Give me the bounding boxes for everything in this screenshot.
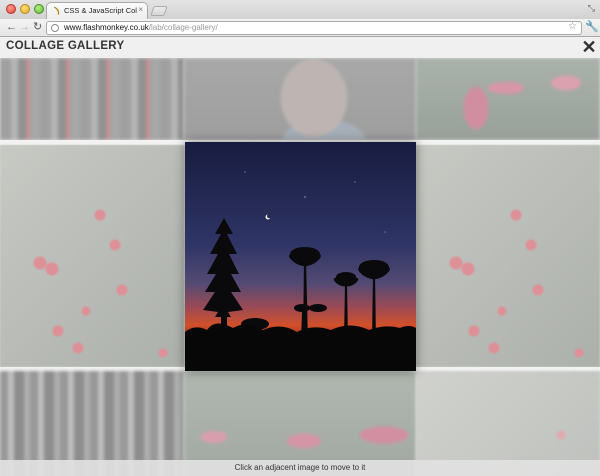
close-gallery-button[interactable]: ✕ [580,37,598,58]
thumbnail-top-left[interactable] [0,58,184,140]
tab-close-icon[interactable]: × [138,5,143,14]
forward-arrow-icon[interactable]: → [19,20,30,35]
tab-title: CSS & JavaScript Collage Gallery [64,6,137,15]
zoom-window-button[interactable] [34,4,44,14]
gallery-page: COLLAGE GALLERY ✕ Click an adjacent imag… [0,37,600,476]
wrench-icon[interactable]: 🔧 [585,20,599,33]
thumbnail-top-right[interactable] [416,58,600,140]
minimize-window-button[interactable] [20,4,30,14]
fullscreen-icon[interactable]: ⤡ [588,3,595,14]
sunset-palms-photo [185,142,416,371]
gallery-title: COLLAGE GALLERY [6,40,125,52]
close-window-button[interactable] [6,4,16,14]
navigation-hint: Click an adjacent image to move to it [234,463,366,472]
url-text[interactable]: www.flashmonkey.co.uk/lab/collage-galler… [64,23,218,32]
thumbnail-top-center[interactable] [184,58,416,140]
thumbnail-middle-left[interactable] [0,145,184,367]
address-bar[interactable]: www.flashmonkey.co.uk/lab/collage-galler… [46,21,582,35]
featured-image-sunset-palms[interactable] [185,142,416,371]
browser-toolbar: ← → ↻ www.flashmonkey.co.uk/lab/collage-… [0,19,600,37]
tab-collage-gallery[interactable]: CSS & JavaScript Collage Gallery × [46,2,148,20]
star-icon[interactable]: ☆ [568,21,577,32]
new-tab-button[interactable] [150,6,168,16]
tab-strip: CSS & JavaScript Collage Gallery × ⤡ [0,0,600,20]
reload-icon[interactable]: ↻ [33,20,42,35]
globe-icon [51,24,59,32]
gallery-header: COLLAGE GALLERY ✕ [0,37,600,58]
banana-favicon-icon [53,6,60,16]
url-host: www.flashmonkey.co.uk [64,23,149,32]
url-path: /lab/collage-gallery/ [148,23,218,32]
back-arrow-icon[interactable]: ← [6,20,17,35]
thumbnail-middle-right[interactable] [416,145,600,367]
caption-bar: Click an adjacent image to move to it [0,460,600,476]
